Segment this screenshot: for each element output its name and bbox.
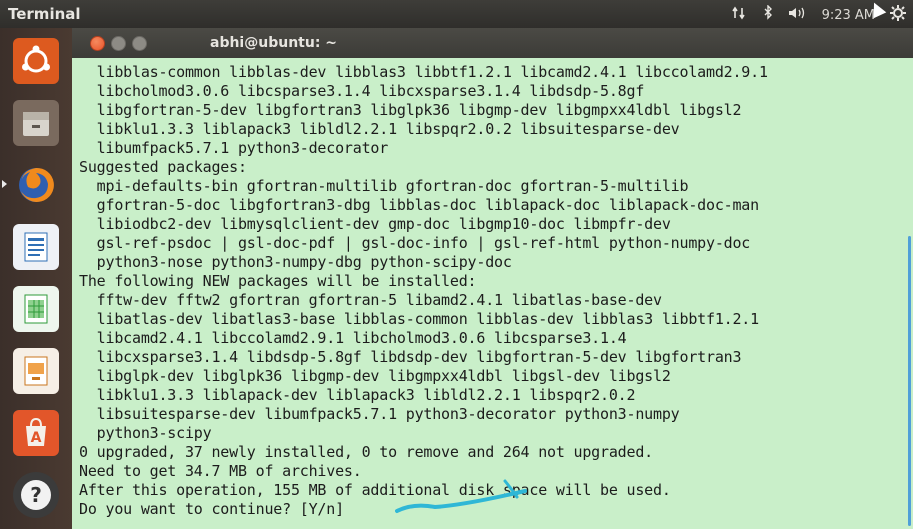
- gear-icon[interactable]: [889, 4, 907, 26]
- maximize-button[interactable]: [132, 36, 147, 51]
- terminal-area[interactable]: libblas-common libblas-dev libblas3 libb…: [72, 58, 913, 529]
- terminal-line: libsuitesparse-dev libumfpack5.7.1 pytho…: [79, 405, 680, 423]
- terminal-line: Suggested packages:: [79, 158, 247, 176]
- terminal-line: libcamd2.4.1 libccolamd2.9.1 libcholmod3…: [79, 329, 627, 347]
- terminal-line: python3-scipy: [79, 424, 212, 442]
- terminal-line: libatlas-dev libatlas3-base libblas-comm…: [79, 310, 760, 328]
- top-panel: Terminal 9:23 AM: [0, 0, 913, 28]
- terminal-line: mpi-defaults-bin gfortran-multilib gfort…: [79, 177, 689, 195]
- terminal-line: libumfpack5.7.1 python3-decorator: [79, 139, 389, 157]
- help-icon[interactable]: ?: [13, 472, 59, 518]
- scrollbar[interactable]: [908, 236, 911, 526]
- libreoffice-writer-icon[interactable]: [13, 224, 59, 270]
- minimize-button[interactable]: [111, 36, 126, 51]
- terminal-line: fftw-dev fftw2 gfortran gfortran-5 libam…: [79, 291, 662, 309]
- terminal-line: Need to get 34.7 MB of archives.: [79, 462, 362, 480]
- terminal-line: gsl-ref-psdoc | gsl-doc-pdf | gsl-doc-in…: [79, 234, 751, 252]
- terminal-line: libiodbc2-dev libmysqlclient-dev gmp-doc…: [79, 215, 671, 233]
- terminal-line: libcxsparse3.1.4 libdsdp-5.8gf libdsdp-d…: [79, 348, 742, 366]
- terminal-line: libcholmod3.0.6 libcsparse3.1.4 libcxspa…: [79, 82, 645, 100]
- app-title: Terminal: [8, 5, 81, 23]
- ubuntu-dash-icon[interactable]: [13, 38, 59, 84]
- terminal-line: gfortran-5-doc libgfortran3-dbg libblas-…: [79, 196, 760, 214]
- terminal-line: The following NEW packages will be insta…: [79, 272, 477, 290]
- svg-text:?: ?: [30, 483, 42, 507]
- terminal-line: libgfortran-5-dev libgfortran3 libglpk36…: [79, 101, 742, 119]
- clock[interactable]: 9:23 AM: [822, 8, 875, 23]
- window-titlebar[interactable]: abhi@ubuntu: ~: [72, 28, 913, 58]
- close-button[interactable]: [90, 36, 105, 51]
- terminal-line: libglpk-dev libglpk36 libgmp-dev libgmpx…: [79, 367, 671, 385]
- terminal-line: libklu1.3.3 liblapack3 libldl2.2.1 libsp…: [79, 120, 680, 138]
- libreoffice-calc-icon[interactable]: [13, 286, 59, 332]
- launcher: A ?: [0, 28, 72, 529]
- terminal-line: After this operation, 155 MB of addition…: [79, 481, 671, 499]
- libreoffice-impress-icon[interactable]: [13, 348, 59, 394]
- terminal-line: python3-nose python3-numpy-dbg python-sc…: [79, 253, 512, 271]
- network-icon[interactable]: [731, 6, 748, 24]
- svg-text:A: A: [31, 430, 42, 446]
- firefox-icon[interactable]: [13, 162, 59, 208]
- volume-icon[interactable]: [788, 6, 808, 24]
- terminal-prompt-line: Do you want to continue? [Y/n]: [79, 500, 344, 518]
- running-indicator: [2, 180, 7, 188]
- ubuntu-software-icon[interactable]: A: [13, 410, 59, 456]
- files-icon[interactable]: [13, 100, 59, 146]
- bluetooth-icon[interactable]: [762, 4, 774, 25]
- window-title: abhi@ubuntu: ~: [210, 35, 338, 51]
- terminal-line: libblas-common libblas-dev libblas3 libb…: [79, 63, 768, 81]
- checkmark-annotation: [395, 479, 527, 513]
- terminal-line: 0 upgraded, 37 newly installed, 0 to rem…: [79, 443, 653, 461]
- terminal-line: libklu1.3.3 liblapack-dev liblapack3 lib…: [79, 386, 636, 404]
